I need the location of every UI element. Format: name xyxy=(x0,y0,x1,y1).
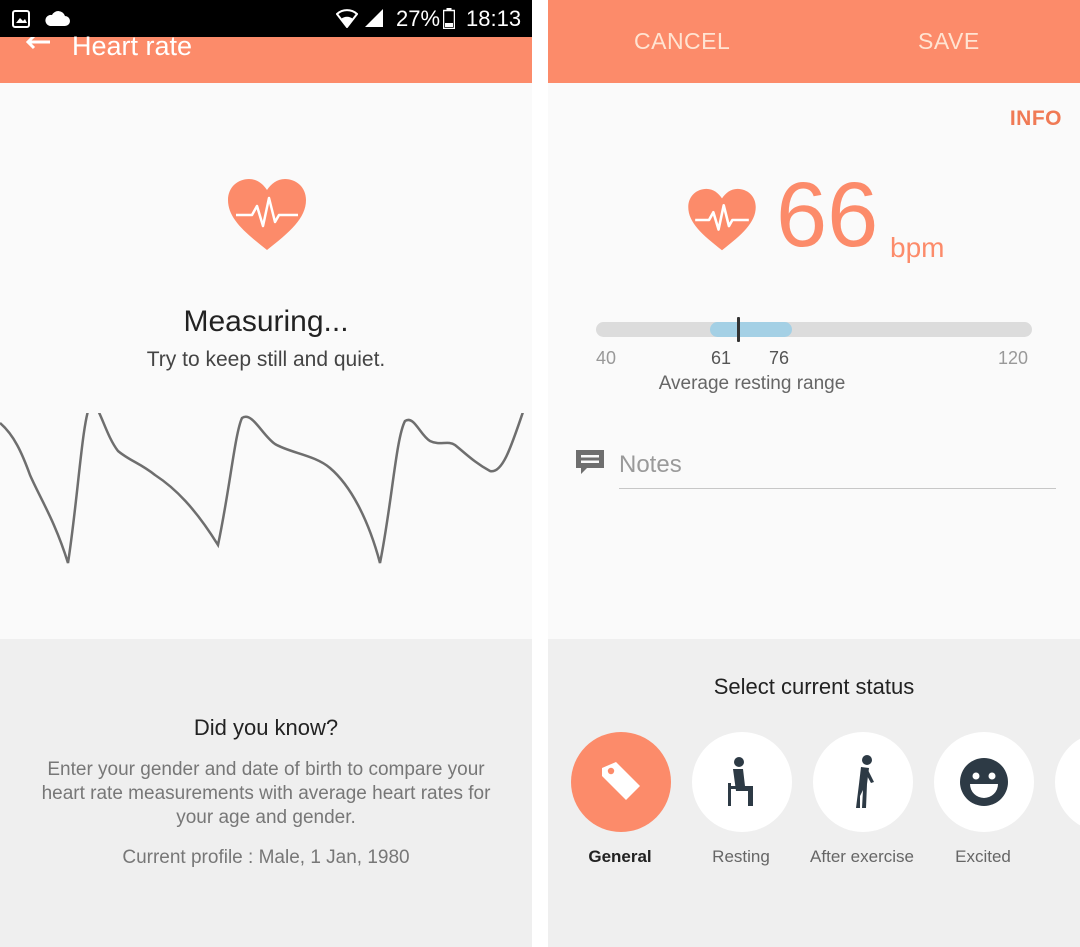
save-button[interactable]: SAVE xyxy=(918,28,980,55)
did-you-know-body: Enter your gender and date of birth to c… xyxy=(41,759,491,828)
current-profile[interactable]: Current profile : Male, 1 Jan, 1980 xyxy=(0,847,532,869)
result-section: INFO 66 bpm 40 61 76 120 Average resting… xyxy=(548,83,1080,639)
status-after-exercise-button[interactable] xyxy=(813,732,913,832)
average-range-band xyxy=(710,322,793,337)
current-value-marker xyxy=(736,317,740,342)
measuring-title: Measuring... xyxy=(183,305,349,338)
back-arrow-icon[interactable] xyxy=(22,37,52,57)
notes-icon xyxy=(576,450,604,474)
did-you-know-card: Did you know? Enter your gender and date… xyxy=(0,639,532,947)
range-high-label: 76 xyxy=(769,348,790,368)
measuring-hint: Try to keep still and quiet. xyxy=(146,348,386,371)
status-label: After exercise xyxy=(810,847,914,866)
sitting-person-icon xyxy=(728,757,753,806)
tag-icon xyxy=(602,762,640,800)
wifi-icon xyxy=(336,9,358,28)
battery-percentage: 27% xyxy=(396,6,441,31)
gallery-notification-icon xyxy=(12,10,30,28)
smiley-face-icon xyxy=(960,758,1008,806)
status-excited-button[interactable] xyxy=(934,732,1034,832)
status-general-button[interactable] xyxy=(571,732,671,832)
heart-pulse-icon xyxy=(228,179,306,250)
action-bar: CANCEL SAVE xyxy=(548,0,1080,83)
clock: 18:13 xyxy=(466,6,522,31)
signal-icon xyxy=(365,9,383,27)
notes-input[interactable] xyxy=(619,441,1056,489)
average-range-label: Average resting range xyxy=(658,373,846,394)
app-bar: Heart rate xyxy=(0,31,532,83)
bent-over-person-icon xyxy=(856,755,874,808)
status-selector: Select current status General Resting Af… xyxy=(548,639,1080,947)
cloud-icon xyxy=(45,11,70,26)
status-label: Excited xyxy=(955,847,1011,866)
heart-waveform xyxy=(0,413,524,564)
bpm-unit: bpm xyxy=(890,232,945,263)
status-more-button[interactable] xyxy=(1055,732,1080,832)
cancel-button[interactable]: CANCEL xyxy=(634,28,730,55)
heart-rate-range-bar xyxy=(596,317,1032,342)
result-screen: CANCEL SAVE INFO 66 bpm 40 61 76 120 Ave… xyxy=(548,0,1080,947)
page-title: Heart rate xyxy=(72,31,193,61)
measuring-section: Measuring... Try to keep still and quiet… xyxy=(0,83,532,639)
measure-screen: 27% 18:13 Heart rate Measuring... Try to… xyxy=(0,0,532,947)
range-max-label: 120 xyxy=(998,348,1029,368)
range-min-label: 40 xyxy=(596,348,617,368)
status-title: Select current status xyxy=(713,674,915,699)
status-resting-button[interactable] xyxy=(692,732,792,832)
bpm-value: 66 xyxy=(776,164,879,266)
range-low-label: 61 xyxy=(711,348,732,368)
status-label: Resting xyxy=(712,847,770,866)
panel-divider xyxy=(532,0,548,947)
did-you-know-title: Did you know? xyxy=(193,715,339,740)
status-label: General xyxy=(588,847,652,866)
battery-icon xyxy=(443,8,455,29)
info-button[interactable]: INFO xyxy=(1010,107,1062,131)
heart-pulse-icon xyxy=(688,188,756,251)
